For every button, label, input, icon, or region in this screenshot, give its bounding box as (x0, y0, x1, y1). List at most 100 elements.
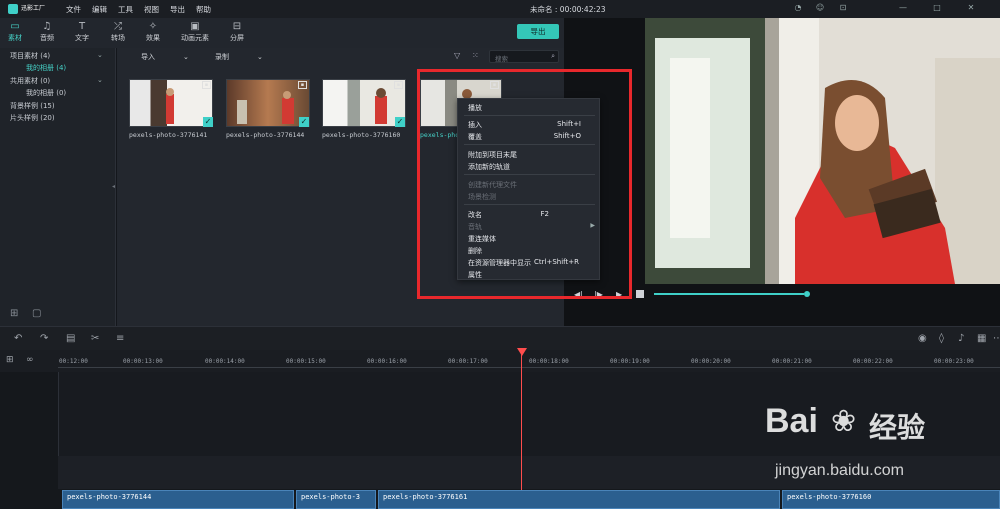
text-icon: T (78, 21, 86, 32)
export-button[interactable]: 导出 (517, 24, 559, 39)
ruler-tick: 00:00:23:00 (934, 358, 974, 365)
maximize-icon[interactable]: □ (932, 3, 942, 13)
tab-split-screen-label: 分屏 (230, 34, 244, 42)
chevron-down-icon: ⌄ (183, 53, 189, 61)
import-label: 导入 (141, 53, 155, 61)
menu-tools[interactable]: 工具 (118, 4, 133, 15)
microphone-icon[interactable]: ♪ (958, 333, 964, 344)
render-icon[interactable]: ◉ (918, 333, 927, 344)
stop-icon[interactable] (636, 290, 644, 298)
sidebar-item-shared-media[interactable]: 共用素材 (0) (10, 76, 50, 86)
tab-elements-label: 动画元素 (181, 34, 209, 42)
sidebar-item-backgrounds[interactable]: 背景样例 (15) (10, 101, 55, 111)
sidebar-item-intros[interactable]: 片头样例 (20) (10, 113, 55, 123)
menu-bar: 迅影工厂 文件 编辑 工具 视图 导出 帮助 未命名 : 00:00:42:23… (0, 0, 1000, 18)
thumbnail-label: pexels-photo-3776144 (226, 131, 305, 139)
app-logo: 迅影工厂 (8, 3, 52, 15)
menu-help[interactable]: 帮助 (196, 4, 211, 15)
notification-icon[interactable]: ◔ (793, 3, 803, 13)
sidebar-item-project-media[interactable]: 项目素材 (4) (10, 51, 50, 61)
mixer-icon[interactable]: ▦ (977, 333, 986, 344)
clip-label: pexels-photo-3776161 (383, 493, 468, 501)
music-icon: ♫ (42, 21, 52, 32)
sidebar-item-my-album-shared[interactable]: 我的相册 (0) (26, 88, 66, 98)
search-placeholder: 搜索 (495, 55, 508, 63)
menu-file[interactable]: 文件 (66, 4, 81, 15)
baidu-watermark: Bai ❀ 经验 jingyan.baidu.com (765, 402, 995, 492)
tab-audio[interactable]: ♫ 音频 (32, 20, 62, 46)
add-track-icon[interactable]: ⊞ (6, 355, 14, 365)
close-icon[interactable]: ✕ (966, 3, 976, 13)
ruler-tick: 00:00:14:00 (205, 358, 245, 365)
folder-icon[interactable]: ▢ (32, 308, 41, 319)
main-menu: 文件 编辑 工具 视图 导出 帮助 (66, 4, 211, 15)
import-dropdown[interactable]: 导入 ⌄ (141, 52, 189, 62)
ruler-tick: 00:00:18:00 (529, 358, 569, 365)
tab-elements[interactable]: ▣ 动画元素 (177, 20, 213, 46)
playhead-line[interactable] (521, 349, 522, 509)
tab-transition[interactable]: ⤮ 转场 (103, 20, 133, 46)
filter-icon[interactable]: ▽ (454, 51, 460, 60)
media-library-sidebar: 项目素材 (4) ⌄ 我的相册 (4) 共用素材 (0) ⌄ 我的相册 (0) … (0, 48, 116, 326)
chevron-down-icon[interactable]: ⌄ (97, 51, 103, 59)
checkmark-icon: ✓ (395, 117, 405, 127)
timeline-clip[interactable]: pexels-photo-3776161 (378, 490, 780, 509)
tab-text-label: 文字 (75, 34, 89, 42)
ruler-tick: 00:00:16:00 (367, 358, 407, 365)
undo-icon[interactable]: ↶ (14, 333, 22, 344)
tab-effects[interactable]: ✧ 效果 (138, 20, 168, 46)
split-screen-icon: ⊟ (232, 21, 242, 32)
ruler-tick: 00:00:15:00 (286, 358, 326, 365)
progress-handle[interactable] (804, 291, 810, 297)
effects-icon: ✧ (148, 21, 158, 32)
paw-icon: ❀ (831, 404, 857, 439)
ruler-tick: 00:00:13:00 (123, 358, 163, 365)
delete-icon[interactable]: ▤ (66, 333, 75, 344)
search-input[interactable]: 搜索 ⌕ (489, 50, 559, 63)
timeline-clip[interactable]: pexels-photo-3 (296, 490, 376, 509)
collapse-handle-icon[interactable]: ◂ (112, 183, 115, 190)
ruler-tick: 00:12:00 (59, 358, 88, 365)
marker-icon[interactable]: ◊ (939, 333, 944, 344)
menu-export[interactable]: 导出 (170, 4, 185, 15)
checkmark-icon: ✓ (299, 117, 309, 127)
grid-view-icon[interactable]: ⁙ (472, 51, 479, 60)
playhead-handle[interactable] (517, 348, 527, 356)
adjust-icon[interactable]: ≡ (116, 333, 124, 344)
checkmark-icon: ✓ (203, 117, 213, 127)
ruler-tick: 00:00:17:00 (448, 358, 488, 365)
timeline-ruler[interactable]: ⊞ ∞ 00:12:00 00:00:13:00 00:00:14:00 00:… (0, 350, 1000, 372)
more-icon[interactable]: ⋯ (993, 333, 1000, 344)
new-folder-icon[interactable]: ⊞ (10, 308, 18, 319)
search-icon: ⌕ (551, 52, 555, 60)
image-type-icon: ▪ (202, 81, 211, 89)
tab-text[interactable]: T 文字 (67, 20, 97, 46)
link-icon[interactable]: ∞ (26, 355, 34, 365)
timeline-clip[interactable]: pexels-photo-3776160 (782, 490, 1000, 509)
clip-label: pexels-photo-3776160 (787, 493, 872, 501)
watermark-url: jingyan.baidu.com (775, 462, 904, 479)
menu-edit[interactable]: 编辑 (92, 4, 107, 15)
progress-bar[interactable] (654, 293, 804, 295)
minimize-icon[interactable]: — (898, 3, 908, 13)
chevron-down-icon[interactable]: ⌄ (97, 76, 103, 84)
menu-view[interactable]: 视图 (144, 4, 159, 15)
logo-icon (8, 4, 18, 14)
sidebar-item-my-album[interactable]: 我的相册 (4) (26, 63, 66, 73)
cart-icon[interactable]: ⊡ (838, 3, 848, 13)
account-icon[interactable]: ☺ (815, 3, 825, 13)
tab-split-screen[interactable]: ⊟ 分屏 (222, 20, 252, 46)
media-thumbnail[interactable] (129, 79, 213, 127)
transition-icon: ⤮ (114, 21, 122, 32)
record-dropdown[interactable]: 录制 ⌄ (215, 52, 263, 62)
thumbnail-label: pexels-photo-3776160 (322, 131, 401, 139)
image-icon: ▣ (190, 21, 200, 32)
tab-media[interactable]: ▭ 素材 (0, 20, 30, 46)
window-title: 未命名 : 00:00:42:23 (530, 5, 606, 14)
thumbnail-label: pexels-photo-3776141 (129, 131, 208, 139)
timeline-clip[interactable]: pexels-photo-3776144 (62, 490, 294, 509)
clip-label: pexels-photo-3776144 (67, 493, 152, 501)
redo-icon[interactable]: ↷ (40, 333, 48, 344)
image-type-icon: ▪ (298, 81, 307, 89)
cut-icon[interactable]: ✂ (91, 333, 99, 344)
